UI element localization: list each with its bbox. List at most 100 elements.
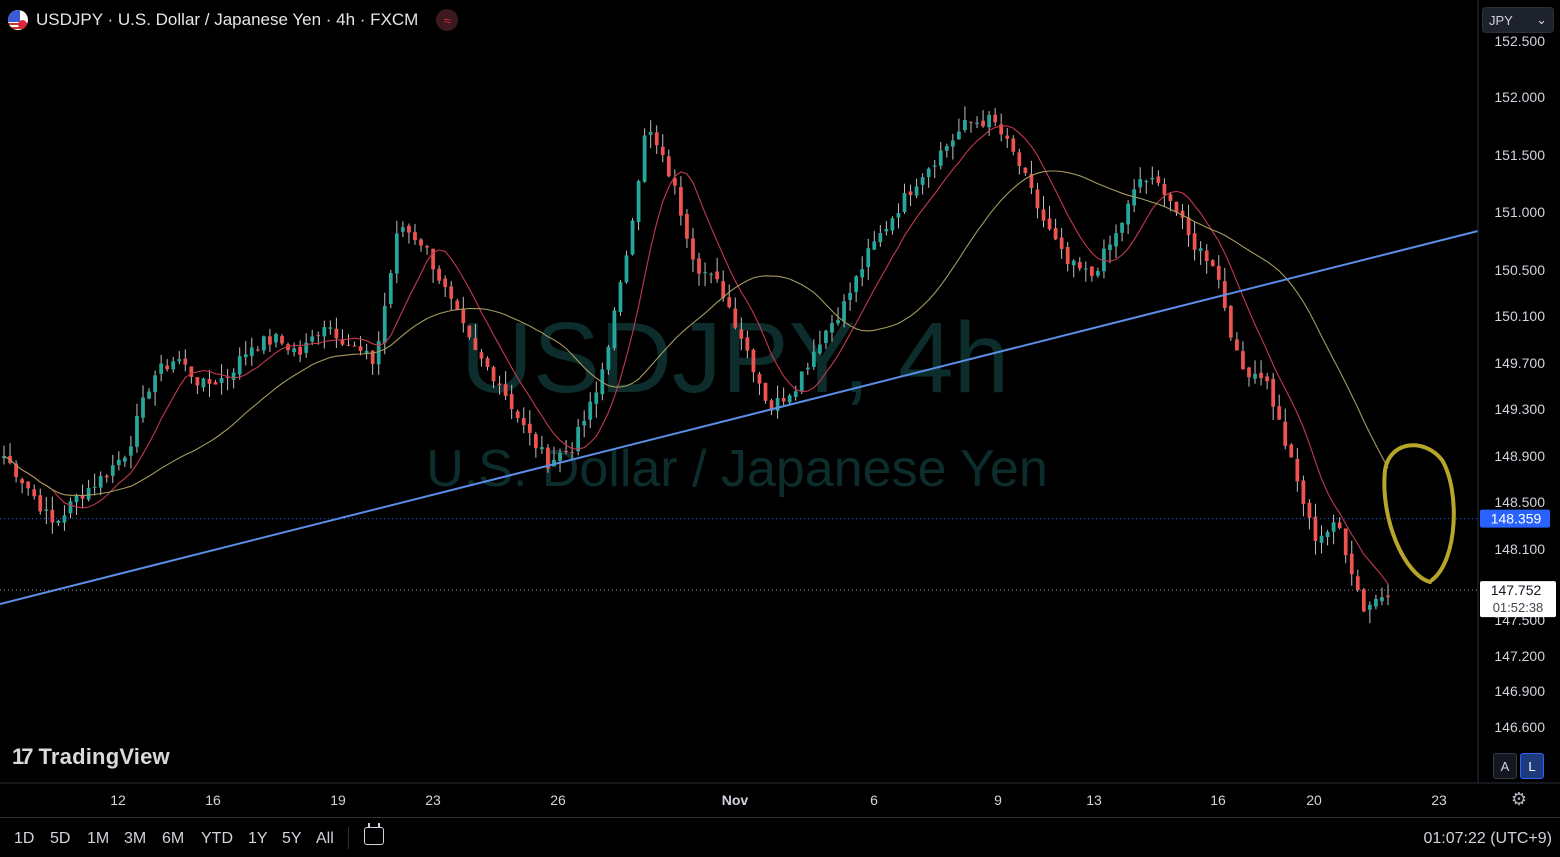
log-scale-button[interactable]: L	[1520, 753, 1544, 779]
candle-body	[1041, 209, 1046, 221]
candle-body	[159, 363, 164, 374]
candle-body	[1023, 167, 1028, 173]
candle-body	[110, 465, 115, 476]
candle-body	[98, 476, 103, 488]
toolbar-divider	[348, 827, 349, 849]
candle-body	[1126, 203, 1130, 225]
candle-body	[298, 346, 303, 355]
candle-body	[201, 378, 206, 388]
y-tick-label: 148.100	[1494, 541, 1545, 557]
y-tick-label: 150.100	[1494, 308, 1545, 324]
candle-body	[1313, 516, 1318, 542]
x-tick-label: 16	[1210, 792, 1226, 808]
candle-body	[1114, 233, 1118, 247]
watermark-name: U.S. Dollar / Japanese Yen	[426, 440, 1048, 498]
candle-body	[425, 246, 429, 248]
x-tick-label: Nov	[722, 792, 749, 808]
candle-body	[1289, 444, 1294, 458]
candle-body	[1349, 553, 1354, 575]
candle-body	[20, 479, 25, 484]
range-button-3m[interactable]: 3M	[124, 830, 146, 848]
us-flag-icon	[8, 10, 28, 30]
tradingview-logo[interactable]: 17 TradingView	[12, 744, 170, 770]
candle-body	[280, 336, 284, 344]
candle-body	[401, 227, 405, 232]
candle-body	[630, 220, 635, 255]
y-tick-label: 149.300	[1494, 401, 1545, 417]
candle-body	[691, 238, 695, 260]
candle-body	[582, 420, 587, 426]
candle-body	[1089, 266, 1094, 276]
candle-body	[1277, 406, 1282, 420]
symbol-header[interactable]: USDJPY · U.S. Dollar / Japanese Yen · 4h…	[8, 6, 459, 34]
candle-body	[122, 457, 127, 462]
candle-body	[1108, 244, 1112, 251]
candle-body	[473, 338, 478, 350]
candle-body	[793, 391, 798, 397]
price-chart[interactable]: USDJPY, 4h U.S. Dollar / Japanese Yen 15…	[0, 0, 1560, 856]
candle-body	[1204, 250, 1209, 262]
candle-body	[624, 255, 629, 283]
annotation-circle	[1382, 443, 1456, 584]
range-button-1d[interactable]: 1D	[14, 830, 34, 848]
tradingview-mark-icon: 17	[12, 744, 34, 769]
candle-body	[733, 308, 738, 328]
candle-body	[1247, 367, 1251, 378]
range-button-5y[interactable]: 5Y	[282, 830, 302, 848]
candle-body	[739, 329, 744, 339]
candle-body	[219, 377, 224, 383]
candle-body	[636, 180, 641, 223]
symbol-title: USDJPY · U.S. Dollar / Japanese Yen · 4h…	[36, 10, 419, 29]
candle-body	[292, 348, 296, 353]
range-button-5d[interactable]: 5D	[50, 830, 70, 848]
candle-body	[86, 487, 91, 500]
candle-body	[709, 273, 713, 275]
range-button-all[interactable]: All	[316, 830, 334, 848]
y-tick-label: 152.000	[1494, 89, 1545, 105]
candle-body	[787, 395, 792, 403]
candle-body	[866, 248, 871, 268]
y-tick-label: 146.600	[1494, 719, 1545, 735]
candle-body	[558, 453, 562, 461]
x-tick-label: 26	[550, 792, 566, 808]
y-tick-label: 148.500	[1494, 494, 1545, 510]
indicator-wave-icon[interactable]: ≈	[436, 9, 459, 31]
range-button-ytd[interactable]: YTD	[201, 830, 233, 848]
range-button-1y[interactable]: 1Y	[248, 830, 268, 848]
candle-body	[1053, 228, 1058, 240]
candle-body	[207, 378, 212, 384]
candle-body	[842, 301, 846, 322]
auto-scale-button[interactable]: A	[1493, 753, 1517, 779]
range-button-6m[interactable]: 6M	[162, 830, 184, 848]
candle-body	[68, 501, 73, 514]
gear-icon[interactable]: ⚙	[1510, 790, 1528, 808]
candle-body	[1216, 265, 1221, 280]
candle-body	[1138, 179, 1143, 188]
candle-body	[274, 334, 278, 343]
calendar-goto-icon[interactable]	[364, 823, 384, 845]
timezone-clock[interactable]: 01:07:22 (UTC+9)	[1423, 830, 1552, 848]
candle-body	[195, 377, 200, 386]
candle-body	[799, 371, 804, 391]
candle-body	[1343, 528, 1348, 556]
candle-body	[521, 418, 526, 426]
candle-body	[340, 339, 345, 345]
tradingview-wordmark: TradingView	[38, 744, 170, 769]
candle-body	[1083, 268, 1088, 270]
candle-body	[896, 213, 901, 218]
range-button-1m[interactable]: 1M	[87, 830, 109, 848]
candle-body	[576, 426, 581, 452]
candle-body	[914, 186, 919, 196]
currency-select[interactable]: JPY ⌄	[1482, 7, 1554, 33]
candle-body	[461, 308, 466, 324]
y-tick-label: 147.200	[1494, 648, 1545, 664]
candle-body	[1241, 351, 1245, 370]
candle-body	[1319, 535, 1324, 543]
candle-body	[757, 373, 762, 384]
candle-body	[606, 346, 611, 370]
candle-body	[310, 336, 315, 342]
candle-body	[1295, 458, 1300, 482]
candle-body	[189, 366, 194, 377]
candle-body	[1120, 222, 1124, 233]
candle-body	[413, 232, 417, 241]
